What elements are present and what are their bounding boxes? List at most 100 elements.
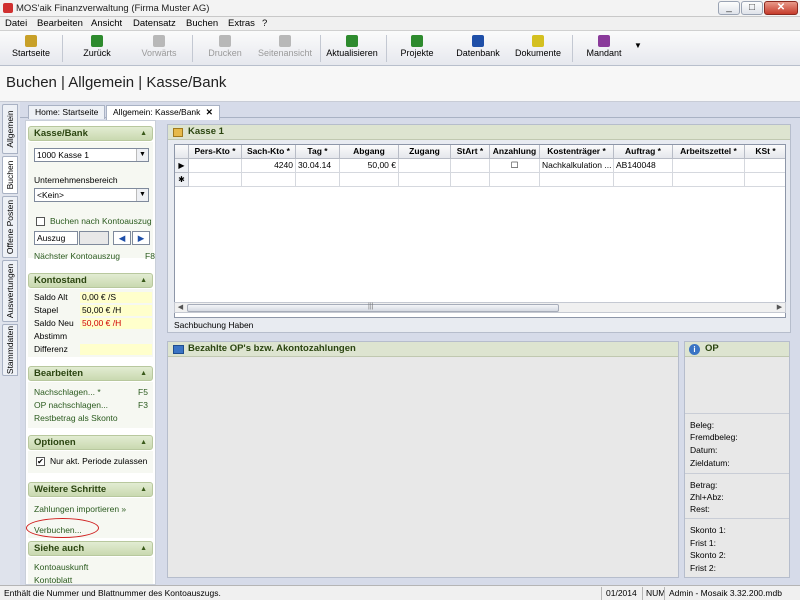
col-header[interactable]: Arbeitszettel * [673, 145, 745, 159]
col-header[interactable]: Sach-Kto * [242, 145, 296, 159]
table-cell[interactable] [451, 173, 490, 187]
section-siehe-auch[interactable]: Siehe auch ▲ [28, 541, 153, 556]
menu-extras[interactable]: Extras [228, 18, 255, 29]
collapse-icon[interactable]: ▲ [140, 130, 147, 137]
table-cell[interactable] [614, 173, 673, 187]
maximize-button[interactable]: □ [741, 1, 763, 15]
collapse-icon[interactable]: ▲ [140, 486, 147, 493]
table-cell[interactable] [189, 159, 242, 173]
kontoblatt-link[interactable]: Kontoblatt [34, 575, 72, 584]
collapse-icon[interactable]: ▲ [140, 545, 147, 552]
table-cell[interactable]: 30.04.14 [296, 159, 340, 173]
horizontal-scrollbar[interactable]: ◀ ||| ▶ [174, 302, 786, 313]
vtab-allgemein[interactable]: Allgemein [2, 104, 18, 154]
tab-kasse-bank[interactable]: Allgemein: Kasse/Bank ✕ [106, 105, 220, 120]
next-statement-link[interactable]: Nächster Kontoauszug F8 [34, 251, 155, 261]
differenz-label: Differenz [34, 344, 68, 354]
section-kasse-bank[interactable]: Kasse/Bank ▲ [28, 126, 153, 141]
unit-select[interactable]: <Kein> ▼ [34, 188, 149, 202]
col-header[interactable]: Auftrag * [614, 145, 673, 159]
zurueck-button[interactable]: Zurück [74, 33, 120, 64]
table-cell[interactable] [242, 173, 296, 187]
menu-help[interactable]: ? [262, 18, 267, 29]
table-cell[interactable] [340, 173, 399, 187]
menu-bearbeiten[interactable]: Bearbeiten [37, 18, 83, 29]
statement-number-field[interactable] [79, 231, 109, 245]
task-pane: Kasse/Bank ▲ 1000 Kasse 1 ▼ Unternehmensbe… [25, 120, 156, 585]
folder-icon [173, 128, 183, 137]
forward-arrow-icon [153, 35, 165, 47]
row-marker[interactable]: ▶ [175, 159, 189, 173]
table-cell[interactable] [451, 159, 490, 173]
next-statement-button[interactable]: ▶ [132, 231, 150, 245]
close-button[interactable]: ✕ [764, 1, 798, 15]
table-cell[interactable]: 4240 [242, 159, 296, 173]
section-optionen[interactable]: Optionen ▲ [28, 435, 153, 450]
collapse-icon[interactable]: ▲ [140, 277, 147, 284]
statement-field[interactable]: Auszug [34, 231, 78, 245]
table-cell[interactable]: 50,00 € [340, 159, 399, 173]
anzahlung-checkbox[interactable]: ☐ [490, 159, 540, 173]
projekte-button[interactable]: Projekte [394, 33, 440, 64]
section-weitere-schritte[interactable]: Weitere Schritte ▲ [28, 482, 153, 497]
op-nachschlagen-link[interactable]: OP nachschlagen... F3 [34, 400, 148, 410]
table-cell[interactable] [399, 159, 451, 173]
table-cell[interactable] [490, 173, 540, 187]
menu-buchen[interactable]: Buchen [186, 18, 218, 29]
tab-home[interactable]: Home: Startseite [28, 105, 106, 119]
table-cell[interactable]: Nachkalkulation ... [540, 159, 614, 173]
menu-ansicht[interactable]: Ansicht [91, 18, 122, 29]
minimize-button[interactable]: _ [718, 1, 740, 15]
zahlungen-importieren-link[interactable]: Zahlungen importieren » [34, 504, 126, 514]
datenbank-button[interactable]: Datenbank [453, 33, 503, 64]
aktualisieren-button[interactable]: Aktualisieren [323, 33, 381, 64]
section-kontostand[interactable]: Kontostand ▲ [28, 273, 153, 288]
section-bearbeiten[interactable]: Bearbeiten ▲ [28, 366, 153, 381]
col-header[interactable]: Anzahlung [490, 145, 540, 159]
collapse-icon[interactable]: ▲ [140, 370, 147, 377]
booking-grid[interactable]: Pers-Kto * Sach-Kto * Tag * Abgang Zugan… [174, 144, 786, 318]
table-cell[interactable] [673, 173, 745, 187]
table-cell[interactable] [673, 159, 745, 173]
prev-statement-button[interactable]: ◀ [113, 231, 131, 245]
mandant-button[interactable]: Mandant [581, 33, 627, 64]
current-period-checkbox[interactable]: ✔ [36, 457, 45, 466]
tab-close-icon[interactable]: ✕ [206, 107, 213, 117]
vtab-offene-posten[interactable]: Offene Posten [2, 196, 18, 258]
scroll-right-icon[interactable]: ▶ [774, 303, 785, 312]
collapse-icon[interactable]: ▲ [140, 439, 147, 446]
scroll-thumb[interactable]: ||| [187, 303, 559, 312]
col-header[interactable]: Zugang [399, 145, 451, 159]
table-cell[interactable] [745, 159, 785, 173]
vorwaerts-button[interactable]: Vorwärts [134, 33, 184, 64]
table-cell[interactable] [189, 173, 242, 187]
col-header[interactable]: StArt * [451, 145, 490, 159]
table-cell[interactable] [399, 173, 451, 187]
col-header[interactable]: KSt * [745, 145, 785, 159]
table-cell[interactable]: AB140048 [614, 159, 673, 173]
vtab-auswertungen[interactable]: Auswertungen [2, 260, 18, 322]
account-select[interactable]: 1000 Kasse 1 ▼ [34, 148, 149, 162]
col-header[interactable]: Kostenträger * [540, 145, 614, 159]
menu-datensatz[interactable]: Datensatz [133, 18, 176, 29]
vtab-stammdaten[interactable]: Stammdaten [2, 324, 18, 376]
drucken-button[interactable]: Drucken [202, 33, 248, 64]
kontoauskunft-link[interactable]: Kontoauskunft [34, 562, 88, 572]
table-cell[interactable] [540, 173, 614, 187]
table-cell[interactable] [296, 173, 340, 187]
col-header[interactable]: Abgang [340, 145, 399, 159]
dokumente-button[interactable]: Dokumente [512, 33, 564, 64]
statement-checkbox[interactable] [36, 217, 45, 226]
table-cell[interactable] [745, 173, 785, 187]
seitenansicht-button[interactable]: Seitenansicht [253, 33, 317, 64]
scroll-left-icon[interactable]: ◀ [175, 303, 186, 312]
col-header[interactable]: Pers-Kto * [189, 145, 242, 159]
menu-datei[interactable]: Datei [5, 18, 27, 29]
nachschlagen-link[interactable]: Nachschlagen... * F5 [34, 387, 148, 397]
col-header[interactable]: Tag * [296, 145, 340, 159]
restbetrag-skonto-link[interactable]: Restbetrag als Skonto [34, 413, 118, 423]
mandant-dropdown-icon[interactable]: ▼ [634, 41, 642, 50]
vtab-buchen[interactable]: Buchen [2, 156, 18, 194]
startseite-button[interactable]: Startseite [6, 33, 56, 64]
new-row-marker[interactable]: ✱ [175, 173, 189, 187]
